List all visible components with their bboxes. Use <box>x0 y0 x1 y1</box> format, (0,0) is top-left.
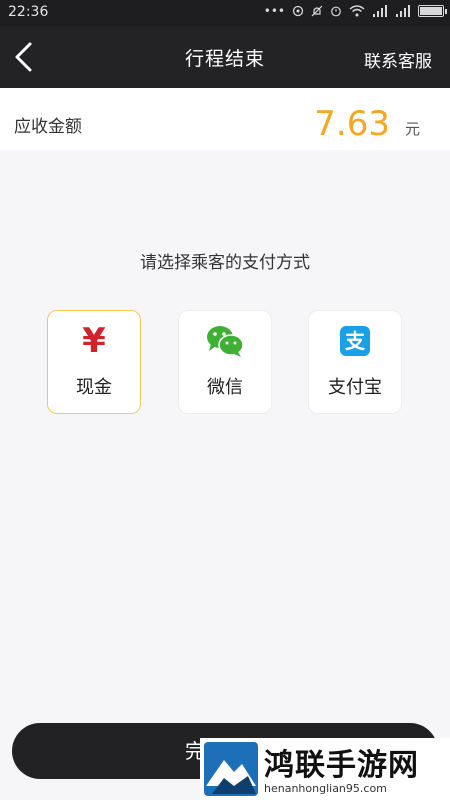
alipay-icon: 支 <box>340 326 370 356</box>
payment-option-cash[interactable]: ¥ 现金 <box>47 310 141 414</box>
more-dots-icon: ••• <box>263 4 285 18</box>
mountain-logo-icon <box>206 760 256 794</box>
payment-option-alipay[interactable]: 支 支付宝 <box>308 310 402 414</box>
status-time: 22:36 <box>8 4 49 20</box>
location-icon <box>292 5 304 17</box>
header-bar: 行程结束 联系客服 <box>0 26 450 88</box>
amount-row: 应收金额 7.63 元 <box>0 88 450 150</box>
payment-option-label: 微信 <box>207 377 243 398</box>
status-icons: ••• <box>263 4 447 18</box>
amount-value: 7.63 <box>314 104 390 144</box>
payment-prompt: 请选择乘客的支付方式 <box>140 253 310 273</box>
payment-option-label: 支付宝 <box>328 377 382 398</box>
amount-unit: 元 <box>404 120 420 138</box>
yuan-icon: ¥ <box>82 321 106 361</box>
watermark-logo <box>204 742 258 796</box>
signal-icon-2 <box>396 5 410 17</box>
watermark-text: 鸿联手游网 <box>264 748 419 783</box>
alarm-icon <box>331 6 341 17</box>
wechat-icon <box>207 326 244 357</box>
status-bar: 22:36 ••• <box>0 0 450 26</box>
battery-icon <box>418 5 447 17</box>
signal-icon <box>373 5 387 17</box>
contact-support-button[interactable]: 联系客服 <box>364 47 432 72</box>
payment-option-wechat[interactable]: 微信 <box>178 310 272 414</box>
watermark-url: henanhonglian95.com <box>264 782 387 795</box>
mute-bell-icon <box>311 5 323 17</box>
amount-label: 应收金额 <box>14 117 82 137</box>
watermark: 鸿联手游网 henanhonglian95.com <box>200 738 450 800</box>
wifi-icon <box>349 5 365 17</box>
payment-option-label: 现金 <box>76 377 112 398</box>
